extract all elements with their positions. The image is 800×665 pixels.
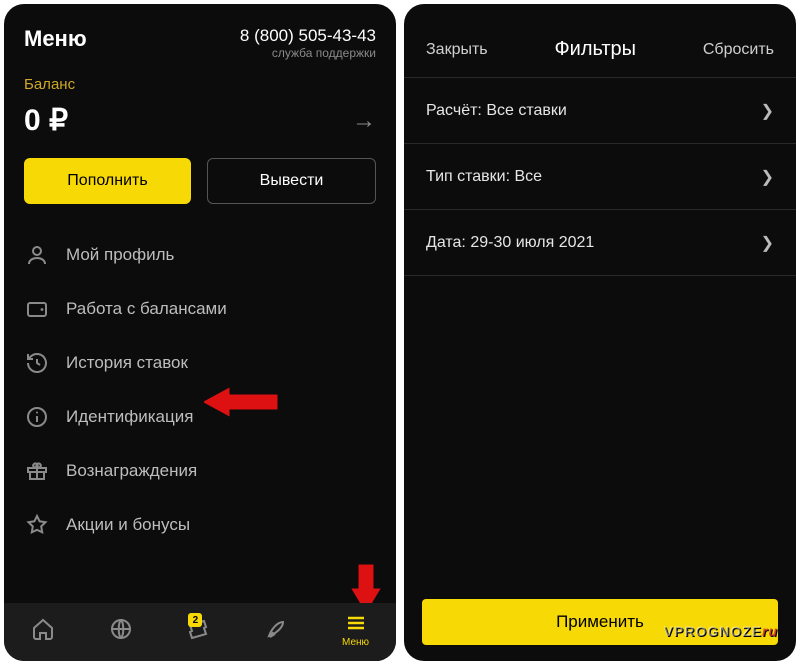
filter-row-label: Расчёт: Все ставки [426,102,567,120]
menu-item-promotions[interactable]: Акции и бонусы [4,498,396,552]
apply-bar: Применить [404,589,796,661]
balance-row[interactable]: 0 ₽ → [4,93,396,152]
menu-item-label: Работа с балансами [66,299,227,319]
nav-home[interactable] [31,617,55,641]
menu-item-label: Мой профиль [66,245,174,265]
filter-row-settlement[interactable]: Расчёт: Все ставки ❯ [404,78,796,144]
menu-item-label: Вознаграждения [66,461,197,481]
menu-item-label: История ставок [66,353,188,373]
info-icon [24,404,50,430]
menu-item-bet-history[interactable]: История ставок [4,336,396,390]
filter-row-label: Тип ставки: Все [426,168,542,186]
menu-item-label: Идентификация [66,407,193,427]
arrow-right-icon: → [352,107,376,135]
nav-badge: 2 [188,613,202,627]
menu-item-profile[interactable]: Мой профиль [4,228,396,282]
menu-list: Мой профиль Работа с балансами История с… [4,222,396,558]
filter-row-bet-type[interactable]: Тип ставки: Все ❯ [404,144,796,210]
star-icon [24,512,50,538]
reset-button[interactable]: Сбросить [703,41,774,59]
wallet-icon [24,296,50,322]
nav-menu-label: Меню [342,637,369,648]
apply-button-label: Применить [556,612,644,632]
withdraw-button-label: Вывести [260,172,324,190]
chevron-right-icon: ❯ [761,101,774,121]
ball-icon [109,617,133,641]
nav-sports[interactable] [109,617,133,641]
chevron-right-icon: ❯ [761,167,774,187]
page-title: Меню [24,26,87,60]
phone-left-menu: Меню 8 (800) 505-43-43 служба поддержки … [4,4,396,661]
history-icon [24,350,50,376]
filter-row-label: Дата: 29-30 июля 2021 [426,234,594,252]
balance-label: Баланс [4,68,396,93]
balance-amount: 0 ₽ [24,103,68,138]
filters-title: Фильтры [554,38,636,61]
apply-button[interactable]: Применить [422,599,778,645]
phone-right-filters: Закрыть Фильтры Сбросить Расчёт: Все ста… [404,4,796,661]
filter-row-date[interactable]: Дата: 29-30 июля 2021 ❯ [404,210,796,276]
home-icon [31,617,55,641]
nav-rocket[interactable] [264,617,288,641]
header: Меню 8 (800) 505-43-43 служба поддержки [4,4,396,68]
support-phone: 8 (800) 505-43-43 [240,26,376,46]
support-block[interactable]: 8 (800) 505-43-43 служба поддержки [240,26,376,60]
bottom-nav: 2 Меню [4,603,396,661]
profile-icon [24,242,50,268]
topup-button-label: Пополнить [67,172,147,190]
rocket-icon [264,617,288,641]
menu-item-label: Акции и бонусы [66,515,190,535]
menu-item-balances[interactable]: Работа с балансами [4,282,396,336]
filters-header: Закрыть Фильтры Сбросить [404,4,796,77]
action-buttons: Пополнить Вывести [4,152,396,222]
withdraw-button[interactable]: Вывести [207,158,376,204]
hamburger-icon [344,611,368,635]
menu-item-rewards[interactable]: Вознаграждения [4,444,396,498]
nav-tickets[interactable]: 2 [186,617,210,641]
close-button[interactable]: Закрыть [426,41,488,59]
nav-menu[interactable]: Меню [342,611,369,648]
chevron-right-icon: ❯ [761,233,774,253]
gift-icon [24,458,50,484]
support-subtitle: служба поддержки [240,46,376,60]
topup-button[interactable]: Пополнить [24,158,191,204]
menu-item-identification[interactable]: Идентификация [4,390,396,444]
